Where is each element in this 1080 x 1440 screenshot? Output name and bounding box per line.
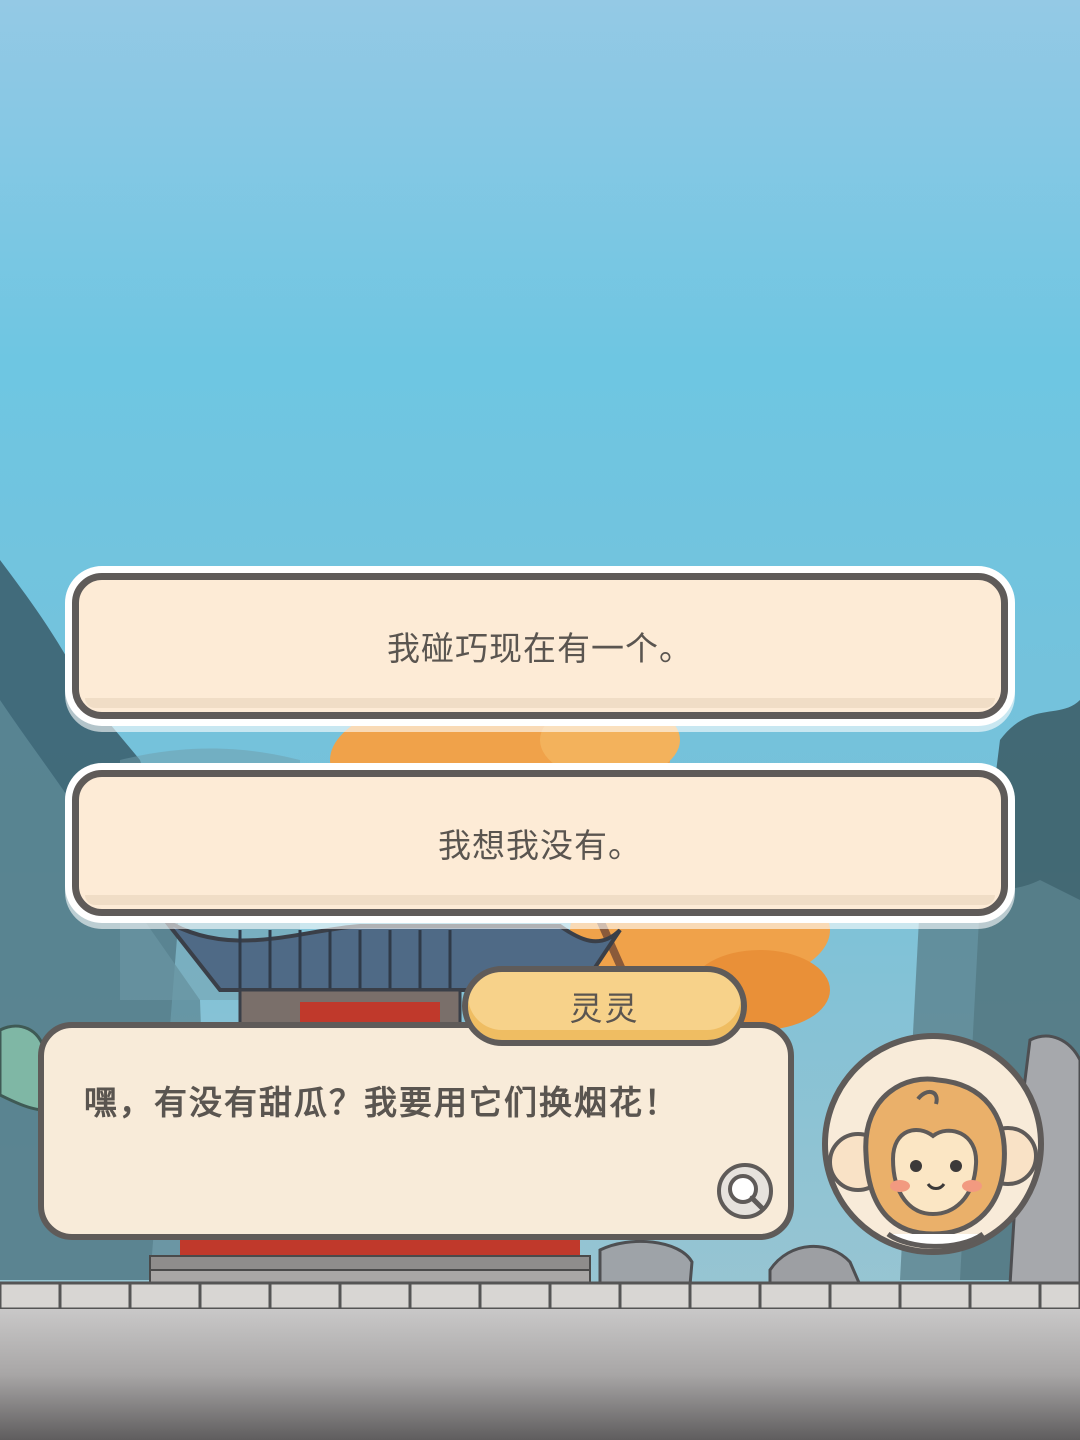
- speaker-name-tag: 灵灵: [462, 966, 747, 1046]
- speech-bubble[interactable]: 嘿，有没有甜瓜？我要用它们换烟花！: [38, 1022, 794, 1240]
- stone-wall: [0, 1281, 1080, 1311]
- speaker-name: 灵灵: [569, 989, 640, 1028]
- choice-label: 我碰巧现在有一个。: [387, 629, 693, 668]
- dialogue-choice-dont-have[interactable]: 我想我没有。: [72, 770, 1008, 916]
- magnifier-icon[interactable]: [716, 1162, 774, 1220]
- choice-label: 我想我没有。: [438, 826, 642, 865]
- dialogue-choice-have-one[interactable]: 我碰巧现在有一个。: [72, 573, 1008, 719]
- monkey-portrait-icon: [822, 1033, 1044, 1255]
- speech-text: 嘿，有没有甜瓜？我要用它们换烟花！: [84, 1083, 679, 1122]
- ground: [0, 1309, 1080, 1440]
